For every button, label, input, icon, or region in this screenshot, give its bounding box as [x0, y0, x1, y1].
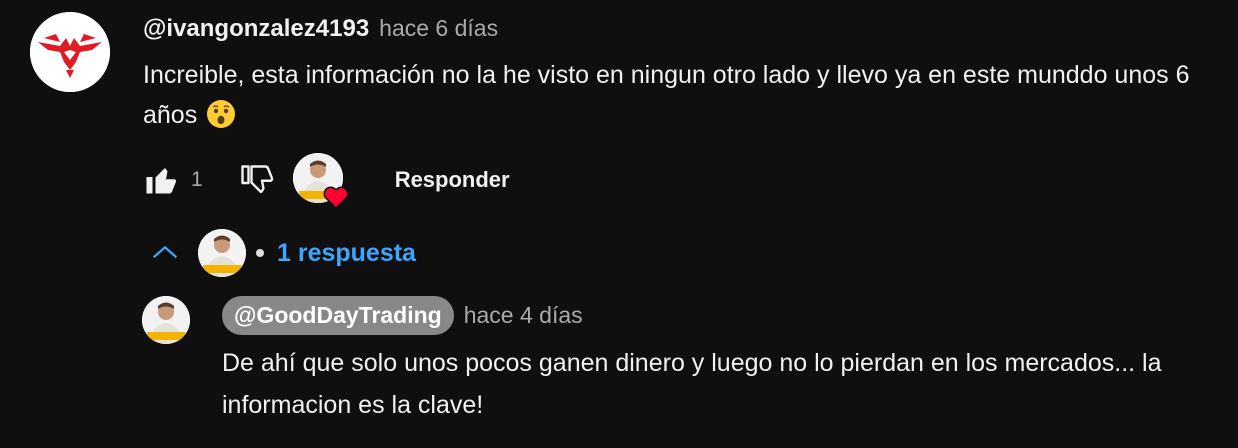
commenter-avatar[interactable] [30, 12, 110, 92]
creator-photo-icon [198, 229, 246, 277]
reply-author-avatar[interactable] [142, 296, 190, 344]
thumbs-up-filled-icon [146, 168, 177, 194]
replies-count: 1 respuesta [277, 238, 416, 267]
reply-button[interactable]: Responder [395, 157, 510, 203]
comment-timestamp[interactable]: hace 6 días [379, 15, 498, 42]
chevron-up-icon [152, 245, 178, 259]
astonished-face-icon [207, 100, 236, 128]
replies-toggle[interactable]: 1 respuesta [148, 226, 416, 280]
like-count: 1 [191, 168, 203, 191]
comment-text: Increible, esta información no la he vis… [143, 61, 1190, 129]
replier-avatar [198, 229, 246, 277]
reply-header: @GoodDayTrading hace 4 días [222, 296, 583, 335]
eagle-logo-icon [30, 12, 110, 92]
comment-actions: 1 Responder [137, 152, 510, 209]
reply-author-chip[interactable]: @GoodDayTrading [222, 296, 454, 335]
separator-dot [256, 249, 264, 257]
heart-icon [323, 186, 349, 209]
comment-author[interactable]: @ivangonzalez4193 [143, 15, 369, 43]
reply-timestamp[interactable]: hace 4 días [464, 302, 583, 329]
comment-thread: @ivangonzalez4193 hace 6 días Increible,… [0, 0, 1238, 448]
thumbs-down-outline-icon [240, 165, 273, 194]
creator-photo-icon [142, 296, 190, 344]
comment-body: Increible, esta información no la he vis… [143, 55, 1233, 135]
reply-body: De ahí que solo unos pocos ganen dinero … [222, 349, 1162, 419]
comment-header: @ivangonzalez4193 hace 6 días [143, 15, 498, 43]
dislike-button[interactable] [233, 157, 279, 203]
creator-heart-badge[interactable] [292, 153, 349, 209]
like-button[interactable] [137, 157, 183, 203]
